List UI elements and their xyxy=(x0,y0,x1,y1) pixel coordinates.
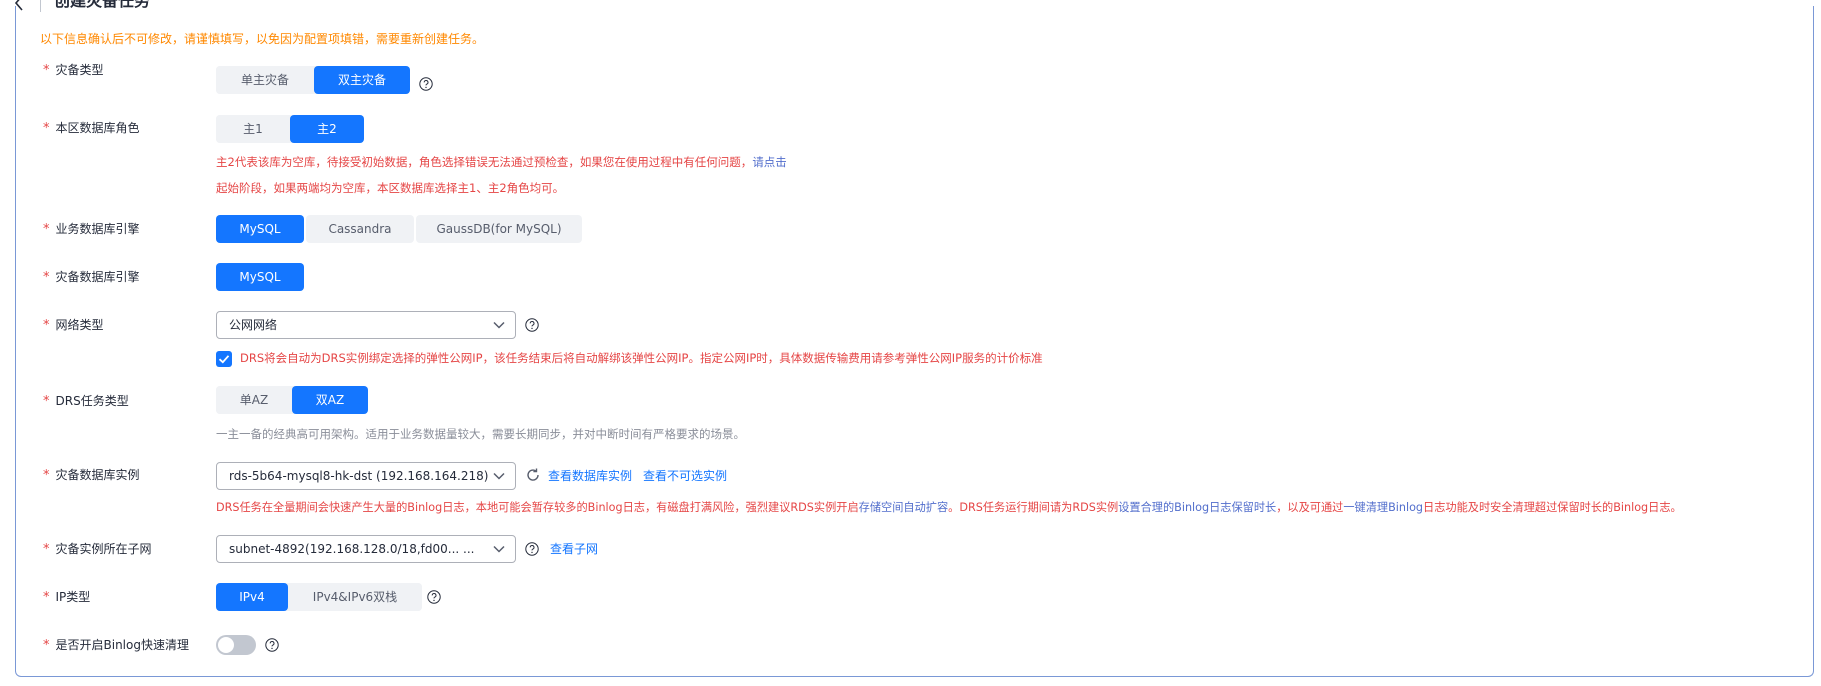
db-role-option-2[interactable]: 主2 xyxy=(290,115,364,143)
toggle-knob xyxy=(218,637,234,653)
ip-type-option-dual-stack[interactable]: IPv4&IPv6双栈 xyxy=(288,583,422,611)
dr-engine-option-mysql[interactable]: MySQL xyxy=(216,263,304,291)
help-icon[interactable] xyxy=(525,542,539,556)
binlog-warning-part-c: ，以及可通过 xyxy=(1276,501,1344,514)
dr-instance-label: * 灾备数据库实例 xyxy=(43,468,140,483)
biz-engine-label: * 业务数据库引擎 xyxy=(43,222,140,237)
refresh-icon[interactable] xyxy=(525,467,541,483)
chevron-down-icon xyxy=(493,472,505,480)
chevron-down-icon xyxy=(493,321,505,329)
help-icon[interactable] xyxy=(525,318,539,332)
storage-autoscale-link[interactable]: 存储空间自动扩容 xyxy=(859,501,949,514)
help-icon[interactable] xyxy=(427,590,441,604)
db-role-warning-line1: 主2代表该库为空库，待接受初始数据，角色选择错误无法通过预检查，如果您在使用过程… xyxy=(216,154,787,170)
task-type-label: * DRS任务类型 xyxy=(43,394,129,409)
db-role-label: * 本区数据库角色 xyxy=(43,121,140,136)
ip-type-segmented: IPv4 IPv4&IPv6双栈 xyxy=(216,583,422,611)
binlog-warning: DRS任务在全量期间会快速产生大量的Binlog日志，本地可能会暂存较多的Bin… xyxy=(216,500,1682,516)
dr-type-label: * 灾备类型 xyxy=(43,63,104,78)
db-role-warning-line2: 起始阶段，如果两端均为空库，本区数据库选择主1、主2角色均可。 xyxy=(216,181,565,195)
view-db-instances-link[interactable]: 查看数据库实例 xyxy=(548,468,632,484)
db-role-warning-text: 主2代表该库为空库，待接受初始数据，角色选择错误无法通过预检查，如果您在使用过程… xyxy=(216,155,753,169)
dr-instance-select[interactable]: rds-5b64-mysql8-hk-dst (192.168.164.218) xyxy=(216,462,516,490)
form-panel xyxy=(15,6,1814,677)
task-type-hint: 一主一备的经典高可用架构。适用于业务数据量较大，需要长期同步，并对中断时间有严格… xyxy=(216,427,745,441)
notice-text: 以下信息确认后不可修改，请谨慎填写，以免因为配置项填错，需要重新创建任务。 xyxy=(40,32,485,46)
help-icon[interactable] xyxy=(419,77,433,91)
clear-binlog-link[interactable]: 一键清理Binlog xyxy=(1343,501,1423,514)
task-type-option-single-az[interactable]: 单AZ xyxy=(216,386,292,414)
binlog-cleanup-label: * 是否开启Binlog快速清理 xyxy=(43,638,189,653)
binlog-warning-part-a: DRS任务在全量期间会快速产生大量的Binlog日志，本地可能会暂存较多的Bin… xyxy=(216,501,859,514)
dr-instance-value: rds-5b64-mysql8-hk-dst (192.168.164.218) xyxy=(229,469,489,483)
biz-engine-option-mysql[interactable]: MySQL xyxy=(216,215,304,243)
biz-engine-segmented: MySQL Cassandra GaussDB(for MySQL) xyxy=(216,215,582,243)
biz-engine-option-gaussdb[interactable]: GaussDB(for MySQL) xyxy=(416,215,582,243)
subnet-value: subnet-4892(192.168.128.0/18,fd00... ... xyxy=(229,542,475,556)
binlog-retention-link[interactable]: 设置合理的Binlog日志保留时长 xyxy=(1118,501,1276,514)
ip-type-option-ipv4[interactable]: IPv4 xyxy=(216,583,288,611)
binlog-warning-part-b: 。DRS任务运行期间请为RDS实例 xyxy=(948,501,1119,514)
dr-type-segmented: 单主灾备 双主灾备 xyxy=(216,66,410,94)
chevron-down-icon xyxy=(493,545,505,553)
binlog-warning-part-d: 日志功能及时安全清理超过保留时长的Binlog日志。 xyxy=(1423,501,1682,514)
subnet-label: * 灾备实例所在子网 xyxy=(43,542,152,557)
click-here-link[interactable]: 请点击 xyxy=(752,155,787,169)
view-subnet-link[interactable]: 查看子网 xyxy=(550,541,598,557)
dr-type-option-single[interactable]: 单主灾备 xyxy=(216,66,314,94)
help-icon[interactable] xyxy=(265,638,279,652)
dr-engine-segmented: MySQL xyxy=(216,263,304,291)
subnet-select[interactable]: subnet-4892(192.168.128.0/18,fd00... ... xyxy=(216,535,516,563)
eip-bind-checkbox[interactable] xyxy=(216,351,232,367)
db-role-segmented: 主1 主2 xyxy=(216,115,364,143)
network-type-label: * 网络类型 xyxy=(43,318,104,333)
biz-engine-option-cassandra[interactable]: Cassandra xyxy=(306,215,414,243)
binlog-cleanup-toggle[interactable] xyxy=(216,635,256,655)
network-type-value: 公网网络 xyxy=(229,318,278,332)
task-type-option-dual-az[interactable]: 双AZ xyxy=(292,386,368,414)
ip-type-label: * IP类型 xyxy=(43,590,91,605)
checkmark-icon xyxy=(218,355,230,364)
dr-type-option-dual[interactable]: 双主灾备 xyxy=(314,66,410,94)
eip-bind-text: DRS将会自动为DRS实例绑定选择的弹性公网IP，该任务结束后将自动解绑该弹性公… xyxy=(240,351,1043,365)
task-type-segmented: 单AZ 双AZ xyxy=(216,386,368,414)
dr-engine-label: * 灾备数据库引擎 xyxy=(43,270,140,285)
view-unavailable-instances-link[interactable]: 查看不可选实例 xyxy=(643,468,727,484)
db-role-option-1[interactable]: 主1 xyxy=(216,115,290,143)
network-type-select[interactable]: 公网网络 xyxy=(216,311,516,339)
